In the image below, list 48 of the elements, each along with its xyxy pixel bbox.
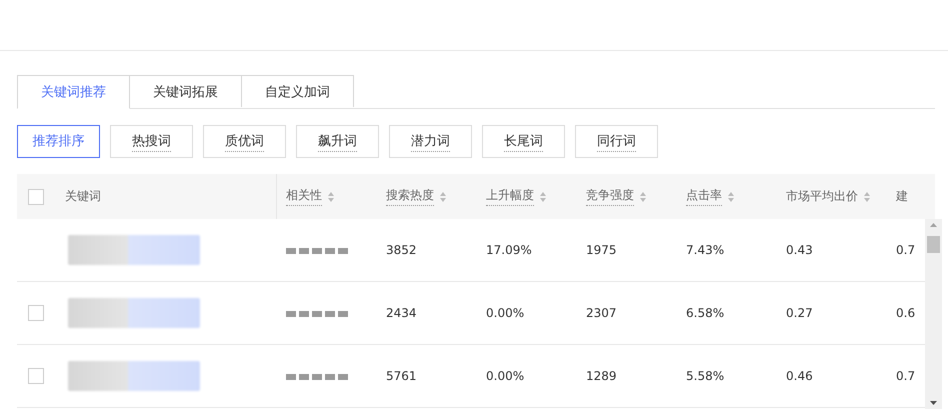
row-checkbox[interactable] xyxy=(28,305,44,321)
table-cell: 2307 xyxy=(586,306,617,320)
sort-icon[interactable] xyxy=(328,192,334,202)
table-cell: 17.09% xyxy=(486,243,532,257)
filter-button[interactable]: 质优词 xyxy=(203,125,286,158)
column-header: 竞争强度 xyxy=(586,187,634,206)
filter-button[interactable]: 推荐排序 xyxy=(17,125,100,158)
relevance-bars-icon xyxy=(286,311,348,317)
table-cell: 0.7 xyxy=(896,243,916,257)
table-cell: 0.7 xyxy=(896,369,916,383)
table-cell: 7.43% xyxy=(686,243,724,257)
column-header: 点击率 xyxy=(686,187,722,206)
table-cell: 6.58% xyxy=(686,306,724,320)
table-cell: 2434 xyxy=(386,306,417,320)
column-header: 相关性 xyxy=(286,187,322,206)
sort-icon[interactable] xyxy=(440,192,446,202)
relevance-bars-icon xyxy=(286,374,348,380)
sort-icon[interactable] xyxy=(728,192,734,202)
column-header: 关键词 xyxy=(65,188,101,204)
filter-button[interactable]: 同行词 xyxy=(575,125,658,158)
filter-button[interactable]: 潜力词 xyxy=(389,125,472,158)
table-cell: 0.46 xyxy=(786,369,813,383)
table-cell: 0.00% xyxy=(486,306,524,320)
scrollbar[interactable] xyxy=(925,219,942,409)
relevance-bars-icon xyxy=(286,248,348,254)
column-header: 市场平均出价 xyxy=(786,188,858,204)
sort-icon[interactable] xyxy=(540,192,546,202)
sort-icon[interactable] xyxy=(864,192,870,202)
table-cell: 5.58% xyxy=(686,369,724,383)
column-header: 搜索热度 xyxy=(386,187,434,206)
filter-button[interactable]: 飙升词 xyxy=(296,125,379,158)
table-cell: 0.6 xyxy=(896,306,916,320)
tab[interactable]: 自定义加词 xyxy=(241,75,354,107)
column-header: 建 xyxy=(896,188,908,204)
table-cell: 0.00% xyxy=(486,369,524,383)
table-cell: 5761 xyxy=(386,369,417,383)
table-cell: 3852 xyxy=(386,243,417,257)
select-all-checkbox[interactable] xyxy=(28,188,44,204)
filter-button[interactable]: 长尾词 xyxy=(482,125,565,158)
filter-button[interactable]: 热搜词 xyxy=(110,125,193,158)
table-cell: 0.43 xyxy=(786,243,813,257)
sort-icon[interactable] xyxy=(640,192,646,202)
column-header: 上升幅度 xyxy=(486,187,534,206)
tab[interactable]: 关键词推荐 xyxy=(17,75,130,109)
table-cell: 1975 xyxy=(586,243,617,257)
table-cell: 0.27 xyxy=(786,306,813,320)
row-checkbox[interactable] xyxy=(28,368,44,384)
table-cell: 1289 xyxy=(586,369,617,383)
